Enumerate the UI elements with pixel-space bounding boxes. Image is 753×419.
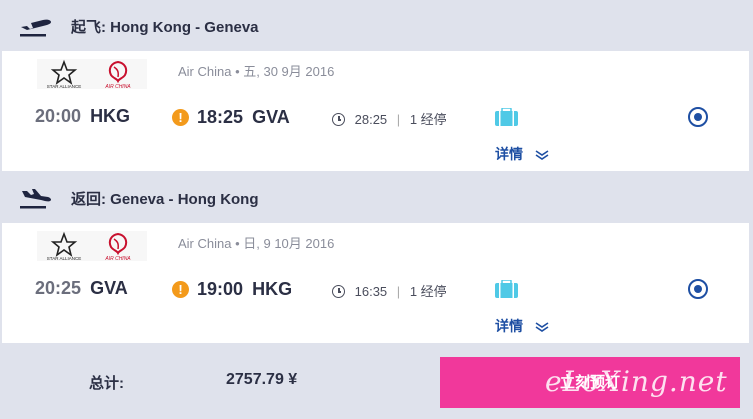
svg-text:STAR ALLIANCE: STAR ALLIANCE <box>47 256 81 261</box>
baggage-icon[interactable] <box>494 280 519 298</box>
departure-time: 20:00 <box>35 106 82 126</box>
departure-code: GVA <box>90 278 128 298</box>
duration: 16:35 | 1 经停 <box>332 281 447 300</box>
inbound-select-radio[interactable] <box>688 279 708 299</box>
inbound-header: 返回: Geneva - Hong Kong <box>0 172 753 222</box>
inbound-route-title: 返回: Geneva - Hong Kong <box>71 188 259 209</box>
svg-text:AIR CHINA: AIR CHINA <box>104 256 131 261</box>
flight-summary: 起飞: Hong Kong - Geneva STAR ALLIANCE AIR… <box>0 0 753 419</box>
chevron-down-icon <box>535 150 549 160</box>
inbound-prefix: 返回: <box>71 191 106 208</box>
air-china-logo: AIR CHINA <box>104 232 131 261</box>
total-label: 总计: <box>89 375 124 392</box>
outbound-header: 起飞: Hong Kong - Geneva <box>0 0 753 50</box>
details-link[interactable]: 详情 <box>495 144 549 164</box>
departure-time: 20:25 <box>35 278 82 298</box>
air-china-logo: AIR CHINA <box>104 60 131 89</box>
plane-takeoff-icon <box>20 19 51 37</box>
chevron-down-icon <box>535 322 549 332</box>
arrival-time: 19:00 <box>197 279 244 299</box>
airline-date: Air China • 日, 9 10月 2016 <box>178 236 335 251</box>
total-price: 2757.79 ¥ <box>226 371 298 388</box>
book-now-button[interactable]: 立刻预订 <box>440 357 740 408</box>
arrival-time: 18:25 <box>197 107 244 127</box>
departure: 20:25 GVA <box>35 278 128 299</box>
duration: 28:25 | 1 经停 <box>332 109 447 128</box>
arrival: ! 18:25 GVA <box>172 107 290 128</box>
stops-value: 1 经停 <box>409 112 447 127</box>
warning-icon[interactable]: ! <box>172 109 189 126</box>
airline-logos: STAR ALLIANCE AIR CHINA <box>37 59 147 89</box>
details-link[interactable]: 详情 <box>495 316 549 336</box>
departure: 20:00 HKG <box>35 106 130 127</box>
arrival-code: HKG <box>252 279 293 299</box>
svg-text:STAR ALLIANCE: STAR ALLIANCE <box>47 84 81 89</box>
outbound-prefix: 起飞: <box>71 19 106 36</box>
price-footer: 总计: 2757.79 ¥ 立刻预订 eLoXing.net <box>0 345 753 419</box>
details-label: 详情 <box>495 146 523 162</box>
clock-icon <box>332 113 345 126</box>
star-alliance-logo: STAR ALLIANCE <box>47 59 81 89</box>
departure-code: HKG <box>90 106 131 126</box>
duration-value: 28:25 <box>354 112 388 127</box>
details-label: 详情 <box>495 318 523 334</box>
clock-icon <box>332 285 345 298</box>
flight-date: 五, 30 9月 2016 <box>243 64 335 79</box>
star-alliance-logo: STAR ALLIANCE <box>47 231 81 261</box>
arrival-code: GVA <box>252 107 290 127</box>
svg-text:AIR CHINA: AIR CHINA <box>104 84 131 89</box>
airline-name: Air China <box>178 236 232 251</box>
inbound-route: Geneva - Hong Kong <box>110 191 259 208</box>
duration-value: 16:35 <box>354 284 388 299</box>
arrival: ! 19:00 HKG <box>172 279 292 300</box>
inbound-flight-card[interactable]: STAR ALLIANCE AIR CHINA Air China • 日, 9… <box>2 223 749 343</box>
outbound-flight-card[interactable]: STAR ALLIANCE AIR CHINA Air China • 五, 3… <box>2 51 749 171</box>
outbound-select-radio[interactable] <box>688 107 708 127</box>
plane-landing-icon <box>20 189 52 209</box>
warning-icon[interactable]: ! <box>172 281 189 298</box>
airline-name: Air China <box>178 64 232 79</box>
flight-date: 日, 9 10月 2016 <box>243 236 335 251</box>
outbound-route-title: 起飞: Hong Kong - Geneva <box>71 16 259 37</box>
airline-logos: STAR ALLIANCE AIR CHINA <box>37 231 147 261</box>
baggage-icon[interactable] <box>494 108 519 126</box>
outbound-route: Hong Kong - Geneva <box>110 19 259 36</box>
airline-date: Air China • 五, 30 9月 2016 <box>178 64 335 79</box>
stops-value: 1 经停 <box>409 284 447 299</box>
